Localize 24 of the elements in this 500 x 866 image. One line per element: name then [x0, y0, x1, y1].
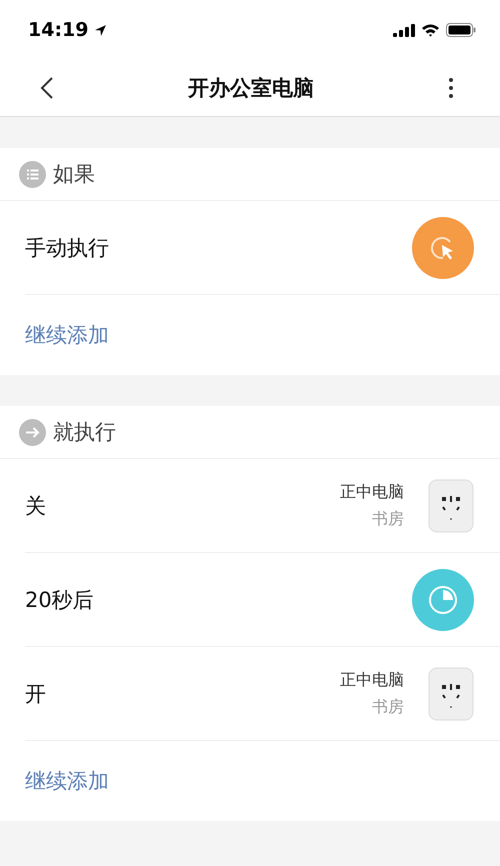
status-time: 14:19: [28, 19, 88, 41]
list-icon: [19, 160, 46, 188]
action-label[interactable]: 20秒后: [25, 586, 388, 614]
action-label[interactable]: 手动执行: [25, 234, 388, 262]
action-label[interactable]: 关: [25, 492, 316, 520]
back-icon[interactable]: [40, 76, 54, 100]
device-name: 正中电脑: [340, 482, 404, 502]
arrow-right-icon: [19, 418, 46, 446]
wifi-icon: [421, 23, 440, 37]
section-title: 就执行: [53, 419, 116, 446]
power-socket-icon: [428, 666, 474, 720]
add-more-link[interactable]: 继续添加: [25, 321, 109, 349]
more-icon[interactable]: [448, 76, 454, 100]
add-more-link[interactable]: 继续添加: [25, 767, 109, 795]
battery-icon: [446, 23, 476, 37]
page-title: 开办公室电脑: [186, 75, 315, 102]
device-room: 书房: [372, 696, 404, 718]
device-room: 书房: [372, 508, 404, 530]
power-socket-icon: [428, 478, 474, 532]
location-arrow-icon: [94, 24, 108, 36]
signal-icon: [393, 24, 415, 36]
action-label[interactable]: 开: [25, 680, 316, 708]
device-name: 正中电脑: [340, 670, 404, 690]
section-title: 如果: [53, 161, 95, 188]
